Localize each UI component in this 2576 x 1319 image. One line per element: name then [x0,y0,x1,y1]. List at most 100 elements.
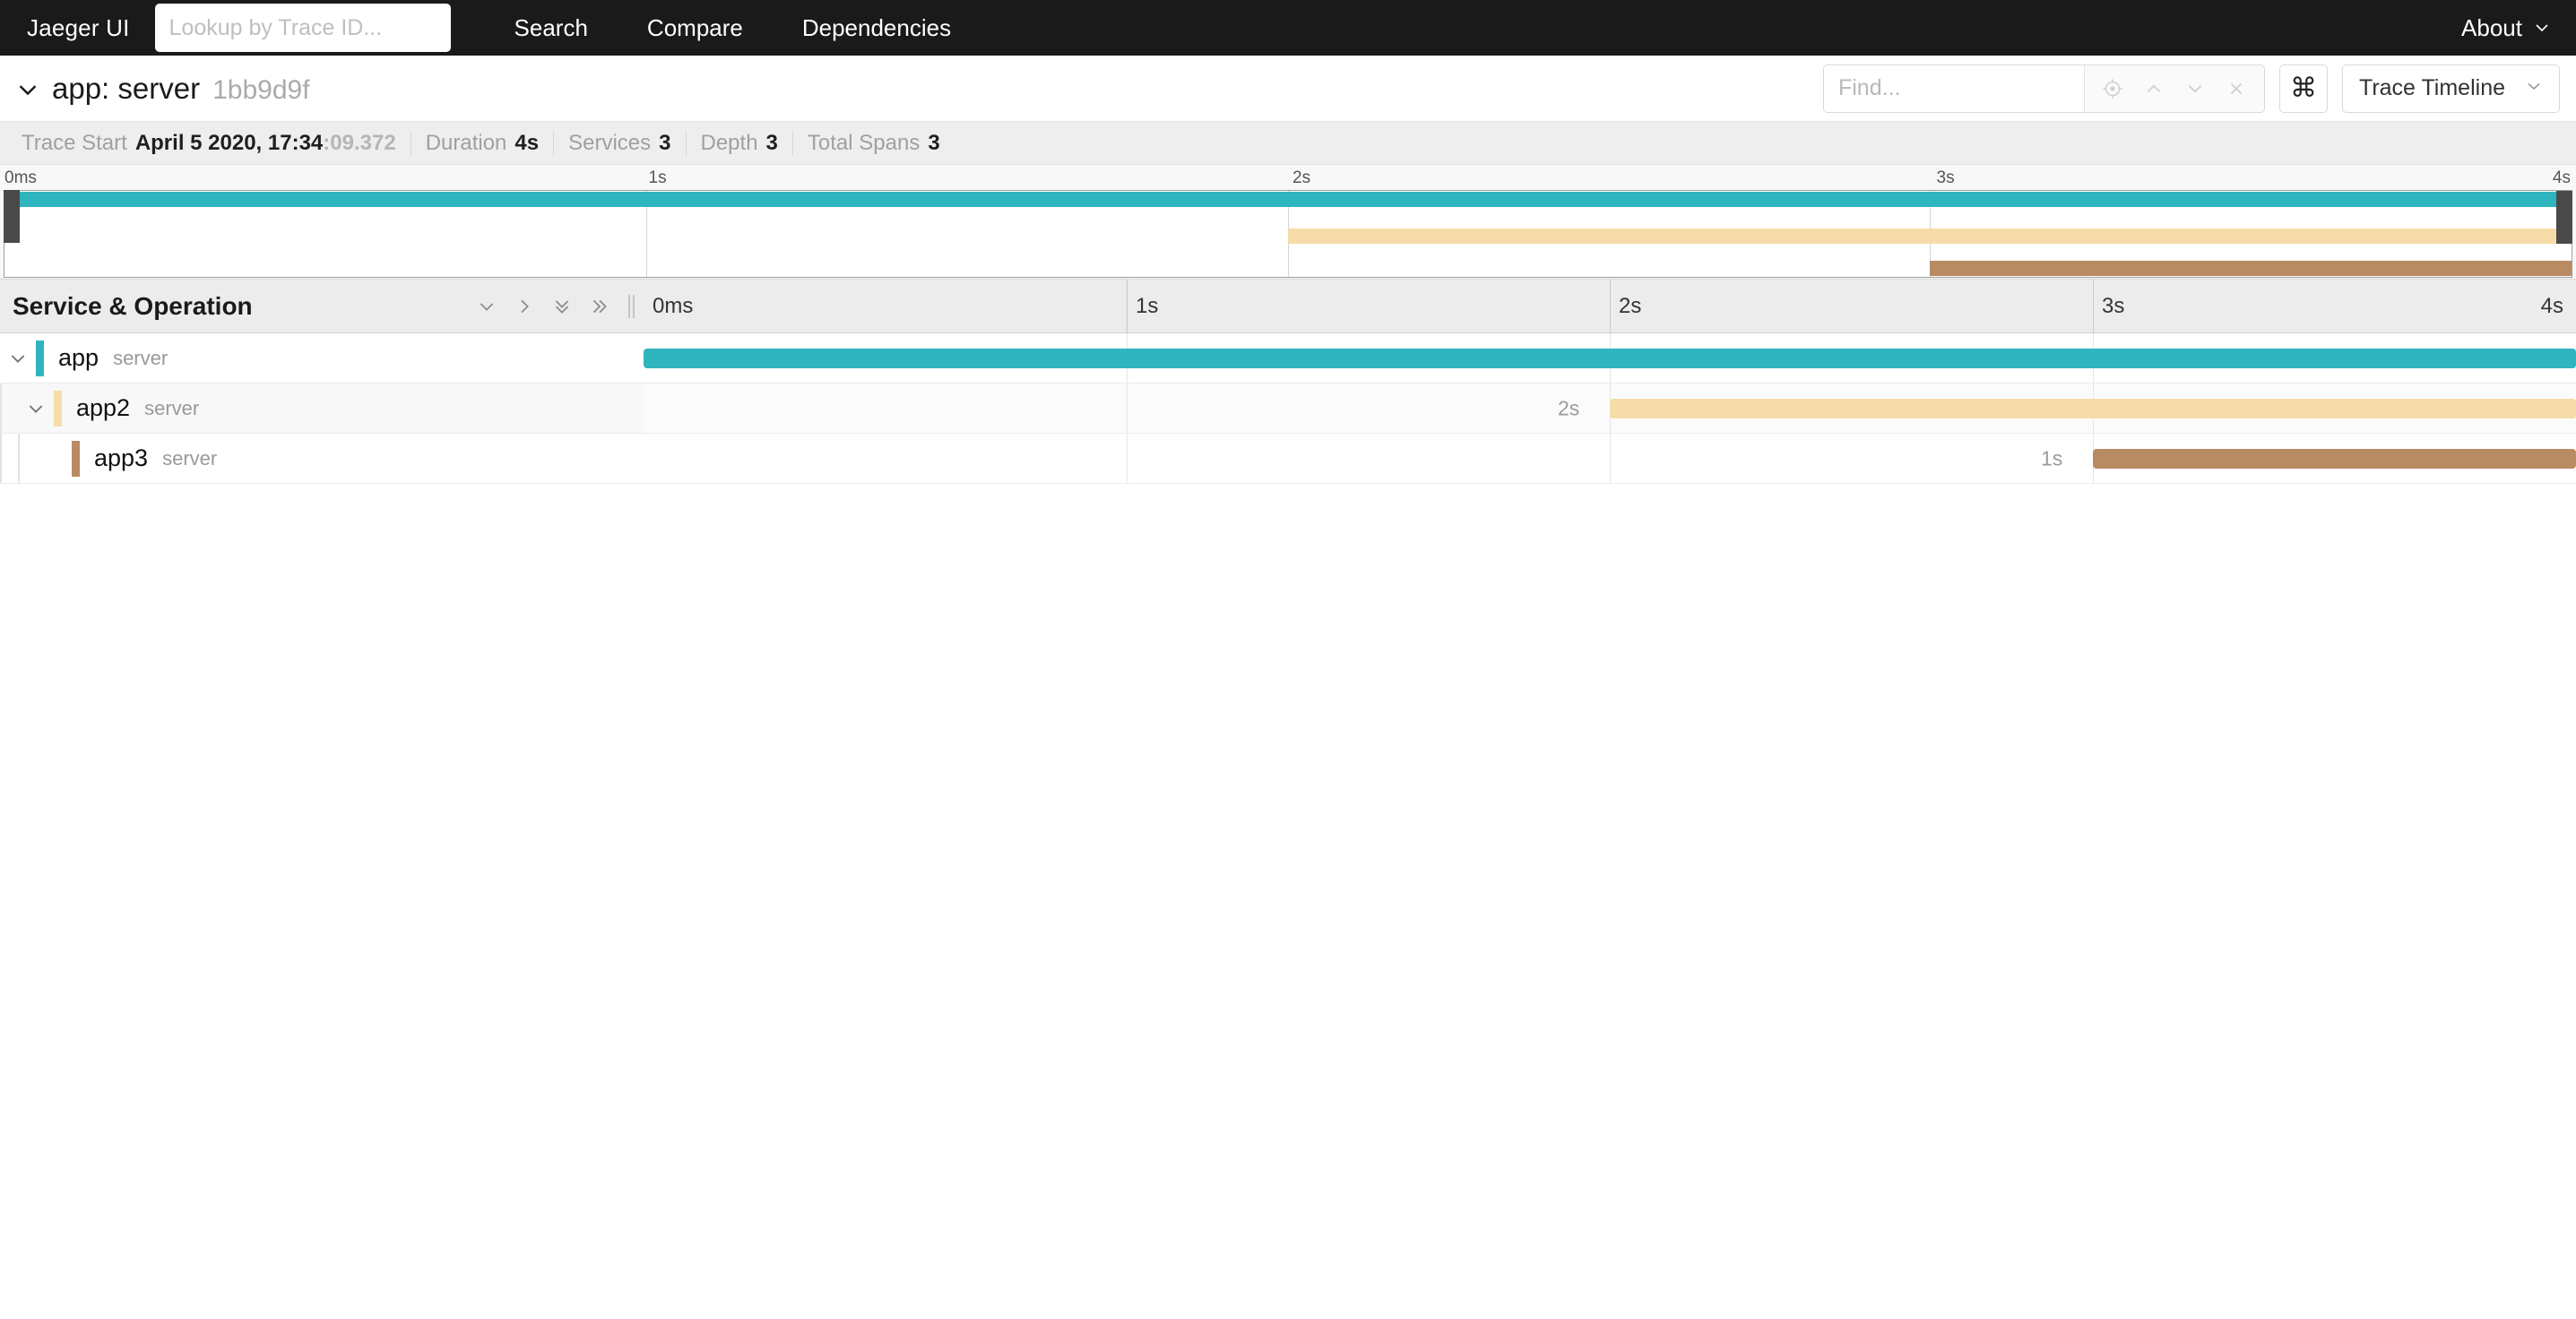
timeline-tick-2s: 2s [1619,294,1642,318]
trace-id-label: 1bb9d9f [212,74,310,105]
timeline-column-header: Service & Operation 0ms 1s 2s 3s 4s [0,280,2576,333]
find-group [1822,64,2265,113]
page-title: app: server [52,71,201,105]
timeline-gridline [1127,384,1128,433]
indent-guide [0,434,2,483]
chevron-down-icon[interactable] [16,78,39,101]
search-input[interactable] [1823,65,2084,112]
focus-target-icon[interactable] [2092,65,2133,112]
trace-minimap[interactable]: 0ms 1s 2s 3s 4s [0,165,2576,280]
meta-label: Depth [700,130,758,155]
minimap-tick-labels: 0ms 1s 2s 3s 4s [0,165,2576,190]
minimap-span-bar [4,192,2572,207]
indent-guide [18,434,20,483]
span-label-cell[interactable]: app3 server [0,434,644,483]
nav-link-search[interactable]: Search [485,14,618,42]
span-label-cell[interactable]: app2 server [0,384,644,433]
span-expand-toggle[interactable] [18,398,54,419]
meta-duration: Duration 4s [411,130,555,156]
span-service-name: app2 [76,394,131,421]
meta-value: April 5 2020, 17:34:09.372 [134,130,396,155]
service-operation-column-header: Service & Operation [0,280,644,332]
meta-label: Total Spans [807,130,921,155]
trace-header: app: server 1bb9d9f Find... ⌘ Trace Time… [0,56,2576,122]
span-operation-name: server [113,346,169,369]
about-menu[interactable]: About [2461,14,2551,42]
span-duration-bar[interactable] [1610,398,2576,418]
table-row[interactable]: app server [0,333,2576,384]
meta-trace-start: Trace Start April 5 2020, 17:34:09.372 [7,130,411,156]
chevron-down-icon [2533,19,2551,37]
minimap-tick-2s: 2s [1292,168,1311,187]
span-list: app server app2 server 2s app3 server 1s [0,333,2576,484]
minimap-viewport[interactable] [4,190,2572,278]
meta-depth: Depth 3 [687,130,793,156]
table-row[interactable]: app3 server 1s [0,434,2576,484]
collapse-one-level-button[interactable] [513,292,536,321]
view-mode-select[interactable]: Trace Timeline [2341,64,2560,113]
timeline-gridline [1127,434,1128,483]
minimap-tick-0ms: 0ms [4,168,37,187]
nav-link-compare[interactable]: Compare [618,14,773,42]
top-navigation-bar: Jaeger UI Search Compare Dependencies Ab… [0,0,2576,56]
span-duration-label: 2s [1558,396,1580,419]
meta-value: 3 [659,130,671,155]
span-label-cell[interactable]: app server [0,333,644,383]
chevron-down-icon [2525,75,2543,101]
span-operation-name: server [144,396,200,419]
meta-services: Services 3 [554,130,687,156]
timeline-tick-1s: 1s [1136,294,1159,318]
minimap-drag-handle-right[interactable] [2556,191,2572,244]
timeline-tick-4s: 4s [2540,294,2563,318]
span-service-name: app3 [94,444,149,471]
tree-collapse-controls [475,292,611,321]
about-label: About [2461,13,2522,41]
meta-label: Services [568,130,652,155]
minimap-span-bar [1930,261,2572,276]
span-bar-cell[interactable]: 1s [644,434,2576,483]
collapse-all-button[interactable] [588,292,611,321]
meta-total-spans: Total Spans 3 [793,131,955,156]
timeline-axis: 0ms 1s 2s 3s 4s [644,280,2576,332]
minimap-tick-1s: 1s [648,168,667,187]
trace-id-lookup-input[interactable] [154,4,451,52]
span-duration-bar[interactable] [2093,448,2576,469]
table-row[interactable]: app2 server 2s [0,384,2576,434]
column-resizer-handle[interactable] [628,294,635,318]
trace-title-group: app: server 1bb9d9f [11,72,310,106]
view-mode-label: Trace Timeline [2358,75,2505,100]
timeline-gridline [1610,434,1611,483]
span-expand-toggle[interactable] [0,348,36,369]
trace-header-controls: ⌘ Trace Timeline [1822,64,2560,113]
span-service-name: app [58,344,99,371]
span-bar-cell[interactable]: 2s [644,384,2576,433]
indent-guide [0,384,2,433]
timeline-tick-0ms: 0ms [653,294,694,318]
span-duration-label: 1s [2041,446,2063,470]
chevron-up-icon[interactable] [2133,65,2174,112]
minimap-tick-4s: 4s [2552,168,2571,187]
meta-label: Trace Start [22,130,127,155]
minimap-span-bar [1288,228,2572,244]
meta-label: Duration [425,130,507,155]
chevron-down-icon[interactable] [2174,65,2216,112]
timeline-tick-3s: 3s [2102,294,2125,318]
command-key-icon: ⌘ [2289,73,2317,103]
nav-link-dependencies[interactable]: Dependencies [773,14,981,42]
meta-value: 4s [514,130,540,155]
span-color-tag [36,340,44,376]
keyboard-shortcuts-button[interactable]: ⌘ [2278,64,2328,113]
span-bar-cell[interactable] [644,333,2576,383]
jaeger-logo-link[interactable]: Jaeger UI [16,14,155,42]
meta-value: 3 [765,130,778,155]
close-icon[interactable] [2216,65,2257,112]
minimap-drag-handle-left[interactable] [4,190,20,243]
minimap-tick-3s: 3s [1936,168,1955,187]
expand-one-level-button[interactable] [475,292,498,321]
expand-all-button[interactable] [550,292,574,321]
span-duration-bar[interactable] [644,348,2576,368]
span-color-tag [72,440,80,477]
find-actions [2083,65,2264,112]
main-nav-links: Search Compare Dependencies [485,14,981,42]
trace-summary-bar: Trace Start April 5 2020, 17:34:09.372 D… [0,122,2576,165]
